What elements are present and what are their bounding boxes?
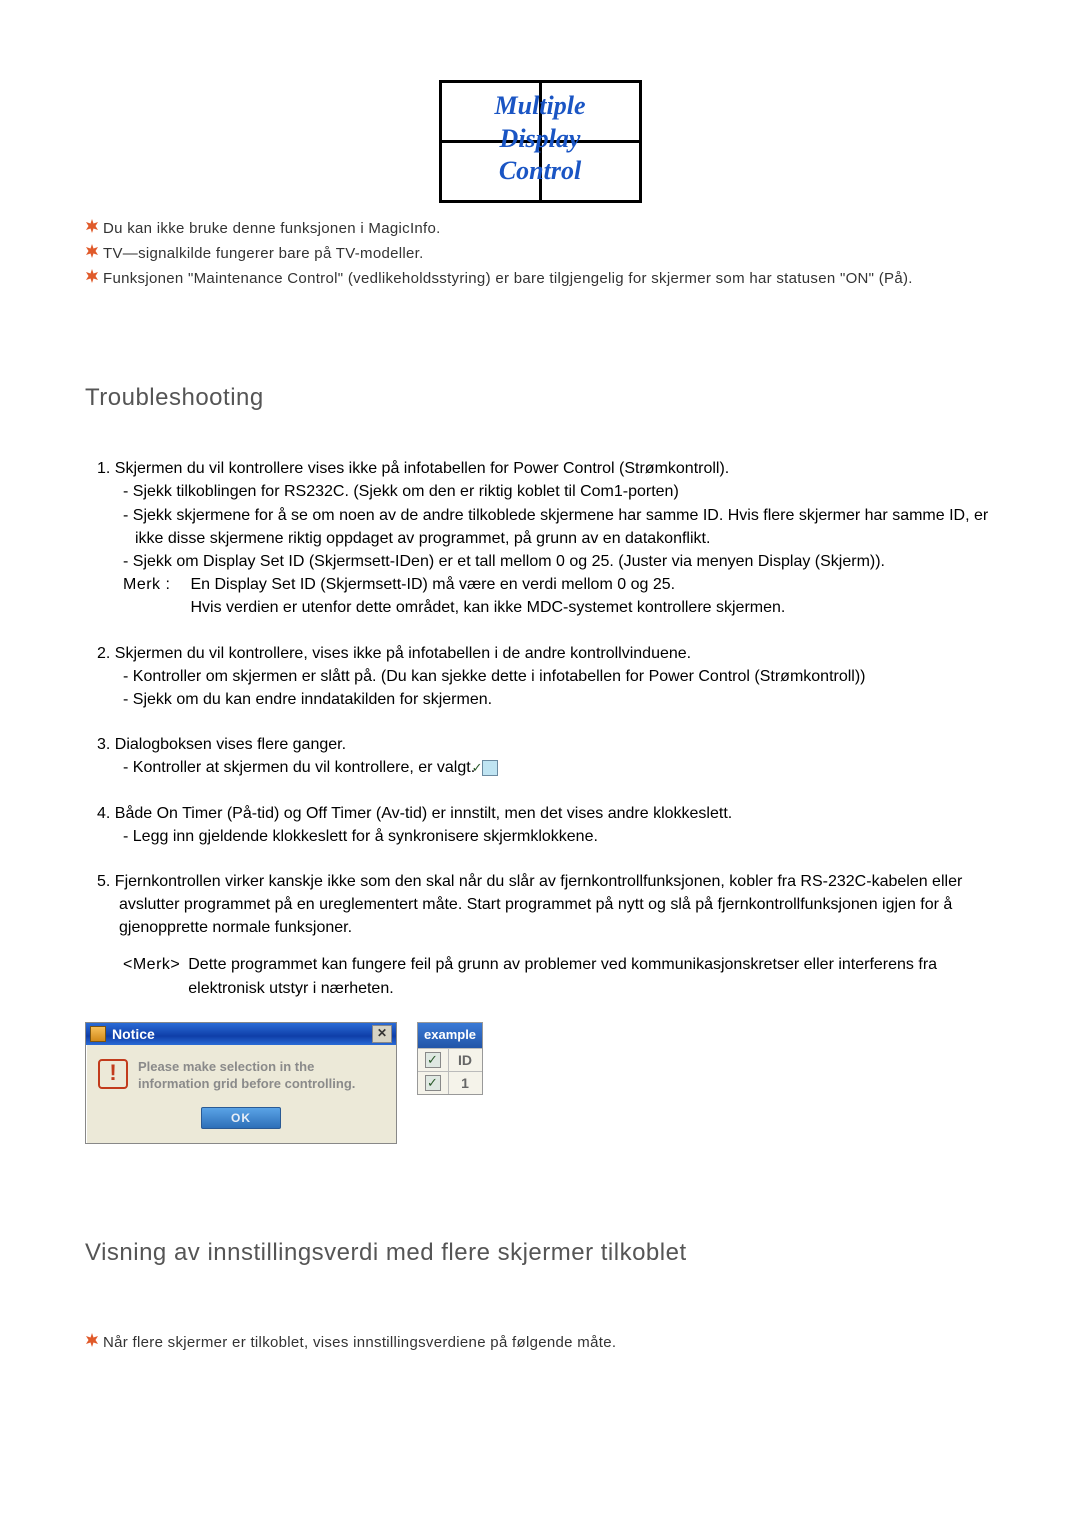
app-icon (90, 1026, 106, 1042)
checkbox-icon (425, 1075, 441, 1091)
item-1: 1. Skjermen du vil kontrollere vises ikk… (85, 457, 995, 619)
star-icon (85, 269, 99, 283)
example-grid: example ID 1 (417, 1022, 483, 1095)
logo-text: Multiple Display Control (85, 90, 995, 188)
star-icon (85, 244, 99, 258)
close-button[interactable]: ✕ (372, 1025, 392, 1043)
mdc-logo: Multiple Display Control (85, 80, 995, 208)
star-icon (85, 1333, 99, 1347)
notice-dialog: Notice ✕ ! Please make selection in the … (85, 1022, 397, 1144)
dialog-message: Please make selection in the information… (138, 1059, 355, 1093)
item-2: 2. Skjermen du vil kontrollere, vises ik… (85, 642, 995, 712)
column-header-id: ID (449, 1049, 481, 1071)
example-header: example (418, 1023, 482, 1048)
star-icon (85, 219, 99, 233)
row-value: 1 (449, 1072, 481, 1094)
note-label: <Merk> (123, 953, 188, 999)
note-label: Merk : (123, 573, 190, 619)
ok-button[interactable]: OK (201, 1107, 281, 1129)
section-heading-multi-display: Visning av innstillingsverdi med flere s… (85, 1239, 995, 1267)
dialog-title: Notice (112, 1024, 372, 1044)
item-3: 3. Dialogboksen vises flere ganger. - Ko… (85, 733, 995, 779)
checkbox-icon (425, 1052, 441, 1068)
item-4: 4. Både On Timer (På-tid) og Off Timer (… (85, 802, 995, 848)
item-5: 5. Fjernkontrollen virker kanskje ikke s… (85, 870, 995, 1000)
note-body: En Display Set ID (Skjermsett-ID) må vær… (190, 573, 995, 619)
troubleshooting-list: 1. Skjermen du vil kontrollere vises ikk… (85, 457, 995, 1143)
top-notes: Du kan ikke bruke denne funksjonen i Mag… (85, 218, 995, 289)
warning-icon: ! (98, 1059, 128, 1089)
note-body: Dette programmet kan fungere feil på gru… (188, 953, 995, 999)
checkbox-icon (482, 760, 498, 776)
section-heading-troubleshooting: Troubleshooting (85, 384, 995, 412)
bottom-note: Når flere skjermer er tilkoblet, vises i… (85, 1332, 995, 1354)
